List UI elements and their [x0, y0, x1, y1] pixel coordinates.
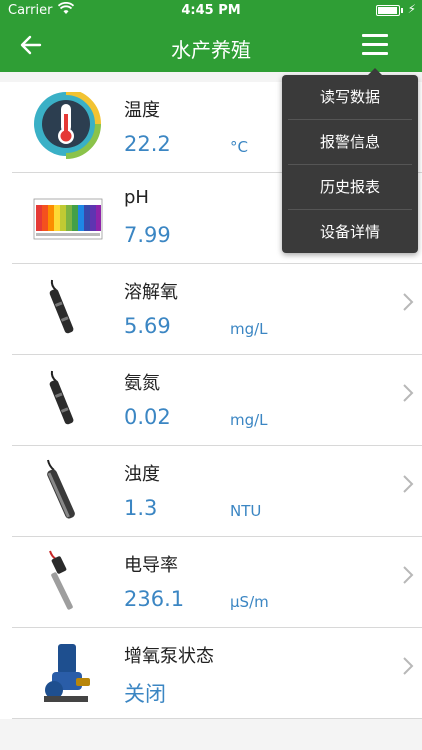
sensor-unit: mg/L [230, 411, 268, 429]
clock: 4:45 PM [181, 3, 241, 18]
menu-item-read-write-data[interactable]: 读写数据 [288, 75, 412, 120]
charging-bolt-icon: ⚡ [407, 2, 416, 16]
sensor-value: 关闭 [124, 682, 166, 706]
sensor-name: 浊度 [124, 464, 160, 485]
sensor-unit: NTU [230, 502, 262, 520]
sensor-value: 236.1 [124, 587, 185, 611]
battery-icon [376, 5, 400, 16]
menu-item-alarm-info[interactable]: 报警信息 [288, 120, 412, 165]
turbidity-probe-icon [32, 456, 104, 526]
page-title: 水产养殖 [171, 38, 251, 62]
sensor-name: pH [124, 187, 149, 208]
aerator-pump-icon [32, 638, 104, 708]
sensor-name: 溶解氧 [124, 282, 178, 303]
battery-cap [401, 8, 403, 13]
sensor-unit: µS/m [230, 593, 269, 611]
sensor-value: 1.3 [124, 496, 158, 520]
chevron-right-icon [402, 565, 414, 591]
dropdown-menu: 读写数据 报警信息 历史报表 设备详情 [282, 68, 418, 254]
probe-sensor-icon [32, 365, 104, 435]
sensor-value: 22.2 [124, 132, 171, 156]
sensor-name: 氨氮 [124, 373, 160, 394]
list-item-conductivity[interactable]: 电导率 236.1 µS/m [12, 537, 422, 628]
ph-color-chart-icon [32, 183, 104, 253]
chevron-right-icon [402, 656, 414, 682]
sensor-unit: °C [230, 138, 248, 156]
chevron-right-icon [402, 474, 414, 500]
nav-bar: 水产养殖 [0, 22, 422, 72]
list-item-ammonia-nitrogen[interactable]: 氨氮 0.02 mg/L [12, 355, 422, 446]
chevron-right-icon [402, 292, 414, 318]
sensor-unit: mg/L [230, 320, 268, 338]
probe-sensor-icon [32, 274, 104, 344]
dropdown-caret [368, 68, 382, 75]
chevron-right-icon [402, 383, 414, 409]
sensor-value: 7.99 [124, 223, 171, 247]
list-item-aerator-status[interactable]: 增氧泵状态 关闭 [12, 628, 422, 719]
sensor-name: 增氧泵状态 [124, 646, 214, 667]
thermometer-gauge-icon [32, 89, 104, 162]
list-item-dissolved-oxygen[interactable]: 溶解氧 5.69 mg/L [12, 264, 422, 355]
sensor-value: 5.69 [124, 314, 171, 338]
hamburger-menu-icon[interactable] [362, 34, 390, 58]
status-bar: Carrier 4:45 PM ⚡ [0, 0, 422, 22]
sensor-name: 温度 [124, 100, 160, 121]
sensor-value: 0.02 [124, 405, 171, 429]
menu-item-device-details[interactable]: 设备详情 [288, 210, 412, 254]
list-item-turbidity[interactable]: 浊度 1.3 NTU [12, 446, 422, 537]
conductivity-probe-icon [32, 547, 104, 617]
menu-item-history-report[interactable]: 历史报表 [288, 165, 412, 210]
sensor-name: 电导率 [124, 555, 178, 576]
